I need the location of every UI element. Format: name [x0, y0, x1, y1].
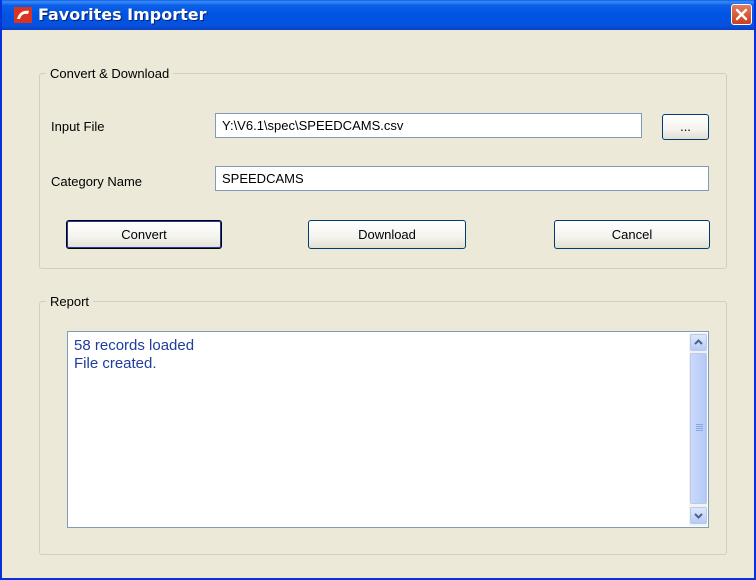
report-legend: Report	[50, 294, 90, 309]
convert-download-legend: Convert & Download	[50, 66, 170, 81]
thumb-grip	[696, 424, 703, 425]
scroll-up-button[interactable]	[690, 334, 707, 351]
cancel-button[interactable]: Cancel	[554, 220, 710, 249]
report-line: 58 records loaded	[74, 337, 195, 354]
title-bar[interactable]: Favorites Importer	[2, 0, 754, 30]
thumb-grip	[696, 430, 703, 431]
input-file-label: Input File	[51, 119, 105, 134]
close-button[interactable]	[731, 4, 752, 25]
download-button[interactable]: Download	[308, 220, 466, 249]
favorites-importer-window: Favorites Importer Convert & Download In…	[0, 0, 756, 580]
report-text: 58 records loaded File created.	[74, 337, 194, 373]
chevron-down-icon	[694, 513, 703, 519]
convert-button[interactable]: Convert	[66, 220, 222, 249]
category-name-label: Category Name	[51, 174, 143, 189]
report-textarea[interactable]: 58 records loaded File created.	[67, 331, 709, 528]
thumb-grip	[696, 426, 703, 427]
scroll-down-button[interactable]	[690, 507, 707, 524]
report-scrollbar[interactable]	[689, 333, 707, 526]
input-file-field[interactable]: Y:\V6.1\spec\SPEEDCAMS.csv	[215, 113, 642, 138]
category-name-field[interactable]: SPEEDCAMS	[215, 166, 709, 191]
window-title: Favorites Importer	[38, 5, 207, 24]
thumb-grip	[696, 428, 703, 429]
report-line: File created.	[74, 355, 157, 372]
chevron-up-icon	[694, 339, 703, 345]
app-icon	[14, 7, 32, 23]
close-icon	[735, 8, 748, 21]
scroll-thumb[interactable]	[690, 353, 707, 504]
browse-button[interactable]: ...	[662, 114, 709, 140]
